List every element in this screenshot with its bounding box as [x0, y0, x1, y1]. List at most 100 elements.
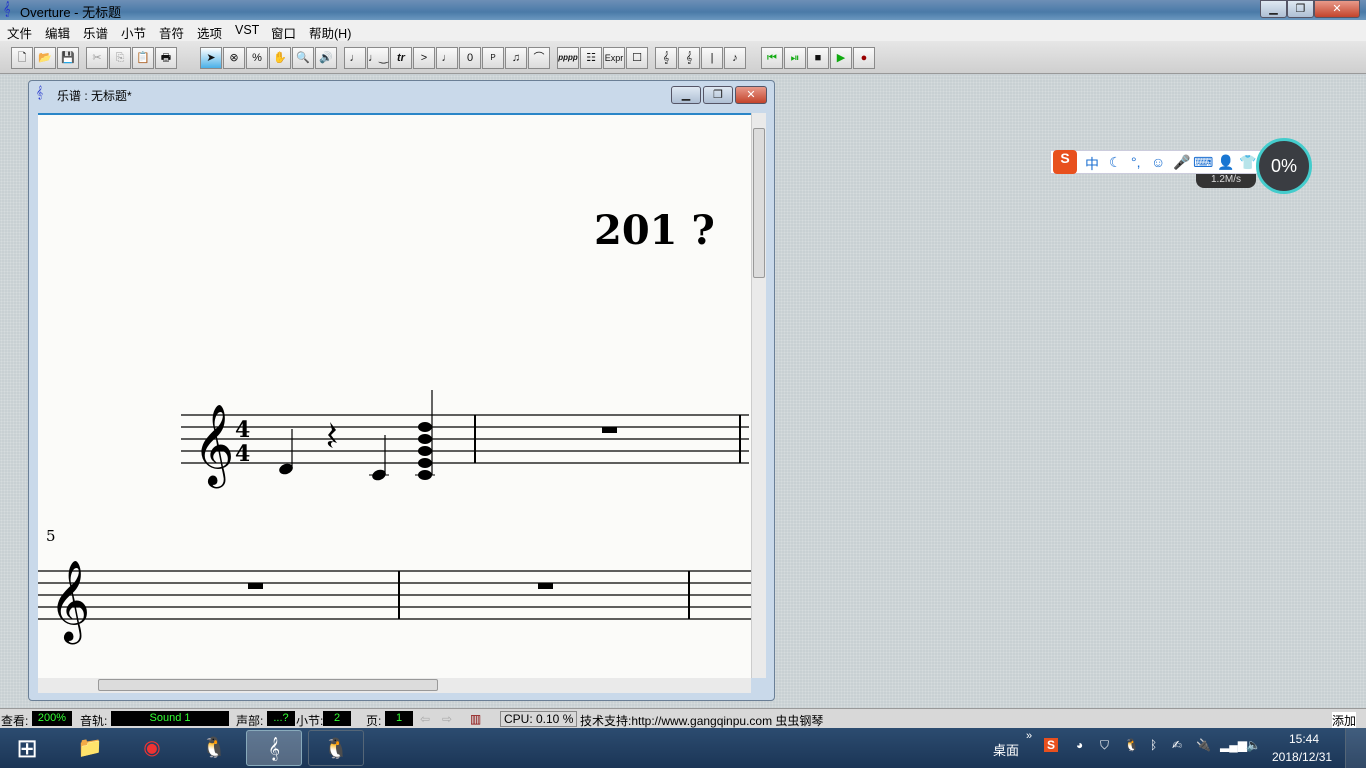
qq-tray-icon[interactable]: 🐧 — [1124, 738, 1139, 752]
new-button[interactable]: 🗋 — [11, 47, 33, 69]
track-select[interactable]: Sound 1 — [111, 711, 229, 726]
open-button[interactable]: 📂 — [34, 47, 56, 69]
speaker-tool-button[interactable]: 🔊 — [315, 47, 337, 69]
pen-tray-icon[interactable]: ✍ — [1172, 738, 1182, 752]
child-restore-button[interactable]: ❐ — [703, 86, 733, 104]
start-button[interactable]: ⊞ — [2, 730, 52, 766]
erase-tool-button[interactable]: ⊗ — [223, 47, 245, 69]
barline-button[interactable]: | — [701, 47, 723, 69]
treble-clef-button[interactable]: 𝄞 — [655, 47, 677, 69]
menu-window[interactable]: 窗口 — [271, 23, 296, 42]
toolbar-chevron[interactable]: » — [1026, 730, 1032, 742]
step-play-button[interactable]: ⏯ — [784, 47, 806, 69]
sogou-tray-icon[interactable]: S — [1044, 738, 1059, 752]
bluetooth-icon[interactable]: ᛒ — [1150, 738, 1157, 752]
vertical-scrollbar[interactable] — [751, 113, 766, 678]
emoji-icon[interactable]: ☺ — [1151, 154, 1165, 170]
security-tray-icon[interactable]: ⛉ — [1100, 738, 1109, 753]
record-button[interactable]: ● — [853, 47, 875, 69]
page-field[interactable]: 1 — [385, 711, 413, 726]
note-c4[interactable] — [369, 435, 389, 482]
cut-button[interactable]: ✂ — [86, 47, 108, 69]
browser-tray-icon[interactable]: ◕ — [1076, 738, 1083, 752]
speed-gauge[interactable]: 0% — [1256, 138, 1312, 194]
taskbar-qq[interactable]: 🐧 — [186, 730, 242, 766]
network-icon[interactable]: ▂▄▆ — [1220, 738, 1247, 752]
close-button[interactable]: ✕ — [1314, 0, 1360, 18]
child-close-button[interactable]: ✕ — [735, 86, 767, 104]
pedal-button[interactable]: P — [482, 47, 504, 69]
tie-button[interactable]: ♩‿ — [367, 47, 389, 69]
taskbar-music-app[interactable]: ◉ — [124, 730, 180, 766]
hand-tool-button[interactable]: ✋ — [269, 47, 291, 69]
chord[interactable] — [415, 390, 435, 480]
select-tool-button[interactable]: ➤ — [200, 47, 222, 69]
add-button[interactable]: 添加 — [1332, 712, 1357, 729]
horizontal-scroll-thumb[interactable] — [98, 679, 438, 691]
maximize-button[interactable]: ❐ — [1287, 0, 1314, 18]
time-signature-top: 4 — [235, 417, 250, 443]
print-button[interactable]: 🖶 — [155, 47, 177, 69]
volume-icon[interactable]: 🔈 — [1246, 738, 1261, 752]
keyboard-icon[interactable]: ⌨ — [1193, 154, 1213, 171]
dynamics-button[interactable]: pppp — [557, 47, 579, 69]
menu-vst[interactable]: VST — [235, 23, 259, 37]
taskbar-overture[interactable]: 𝄞 — [246, 730, 302, 766]
slur-button[interactable]: ⌒ — [528, 47, 550, 69]
taskbar-qq-2[interactable]: 🐧 — [308, 730, 364, 766]
menu-file[interactable]: 文件 — [7, 23, 32, 42]
desktop-toolbar[interactable]: 桌面 — [993, 740, 1019, 759]
box-button[interactable]: ☐ — [626, 47, 648, 69]
accent-button[interactable]: > — [413, 47, 435, 69]
trill-button[interactable]: tr — [390, 47, 412, 69]
expression-button[interactable]: Expr — [603, 47, 625, 69]
show-desktop-button[interactable] — [1345, 728, 1366, 768]
track-label: 音轨: — [80, 714, 108, 728]
clock-time[interactable]: 15:44 — [1289, 732, 1319, 746]
table-button[interactable]: ☷ — [580, 47, 602, 69]
rewind-button[interactable]: ⏮ — [761, 47, 783, 69]
moon-icon[interactable]: ☾ — [1109, 154, 1122, 171]
sogou-icon[interactable]: S — [1053, 150, 1077, 174]
view-label: 查看: — [1, 714, 29, 728]
quarter-note-button[interactable]: ♩ — [344, 47, 366, 69]
toolbar: 🗋 📂 💾 ✂ ⎘ 📋 🖶 ➤ ⊗ % ✋ 🔍 🔊 ♩ ♩‿ tr > ♩ 0 … — [0, 41, 1366, 74]
ime-lang[interactable]: 中 — [1085, 154, 1099, 174]
zoom-tool-button[interactable]: 🔍 — [292, 47, 314, 69]
menu-measure[interactable]: 小节 — [121, 23, 146, 42]
view-zoom-select[interactable]: 200% — [32, 711, 72, 726]
shirt-icon[interactable]: 👕 — [1239, 154, 1256, 171]
note-d4[interactable] — [278, 429, 295, 476]
menu-help[interactable]: 帮助(H) — [309, 23, 351, 42]
staccato-button[interactable]: ♩ — [436, 47, 458, 69]
menu-note[interactable]: 音符 — [159, 23, 184, 42]
fingering-button[interactable]: 0 — [459, 47, 481, 69]
taskbar-explorer[interactable]: 📁 — [62, 730, 118, 766]
measure-field[interactable]: 2 — [323, 711, 351, 726]
punctuation-icon[interactable]: °, — [1131, 154, 1141, 170]
voice-select[interactable]: ...? — [267, 711, 295, 726]
microphone-icon[interactable]: 🎤 — [1173, 154, 1190, 171]
menu-edit[interactable]: 编辑 — [45, 23, 70, 42]
play-button[interactable]: ▶ — [830, 47, 852, 69]
horizontal-scrollbar[interactable] — [38, 678, 751, 693]
beam-button[interactable]: ♫ — [505, 47, 527, 69]
percussion-clef-button[interactable]: 𝄞 — [678, 47, 700, 69]
lyrics-note-button[interactable]: ♪ — [724, 47, 746, 69]
clock-date[interactable]: 2018/12/31 — [1272, 750, 1332, 764]
paste-button[interactable]: 📋 — [132, 47, 154, 69]
copy-button[interactable]: ⎘ — [109, 47, 131, 69]
user-icon[interactable]: 👤 — [1217, 154, 1234, 171]
prev-page-icon[interactable]: ⇦ — [420, 712, 430, 726]
percent-tool-button[interactable]: % — [246, 47, 268, 69]
power-icon[interactable]: 🔌 — [1196, 738, 1211, 752]
minimize-button[interactable]: ▁ — [1260, 0, 1287, 18]
menu-options[interactable]: 选项 — [197, 23, 222, 42]
save-button[interactable]: 💾 — [57, 47, 79, 69]
score-canvas[interactable]: 201 ? 𝄞 4 4 5 𝄞 — [38, 113, 751, 678]
next-page-icon[interactable]: ⇨ — [442, 712, 452, 726]
stop-button[interactable]: ■ — [807, 47, 829, 69]
child-minimize-button[interactable]: ▁ — [671, 86, 701, 104]
menu-score[interactable]: 乐谱 — [83, 23, 108, 42]
vertical-scroll-thumb[interactable] — [753, 128, 765, 278]
